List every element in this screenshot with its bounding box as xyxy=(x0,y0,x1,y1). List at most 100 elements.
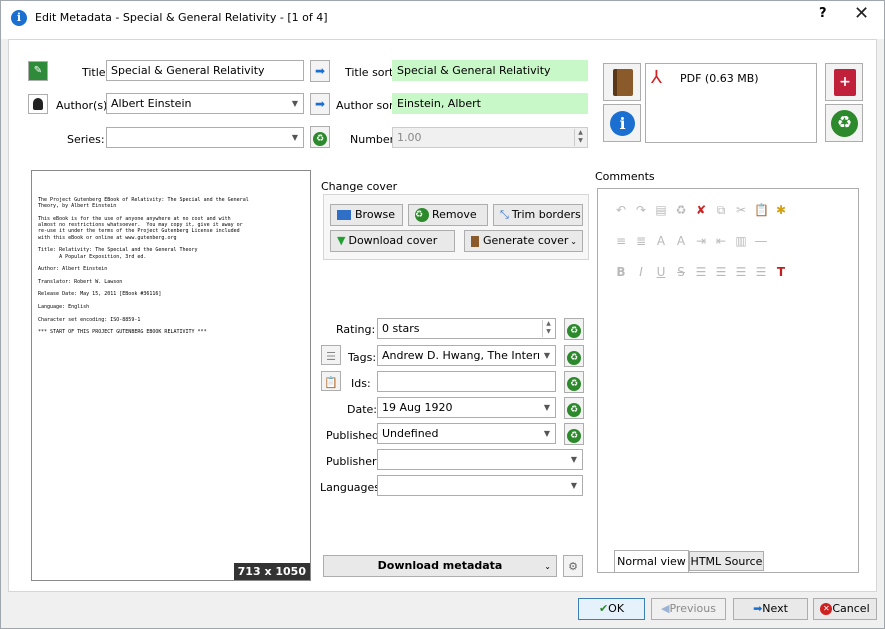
person-icon[interactable] xyxy=(28,94,48,114)
clear-series-button[interactable]: ♻ xyxy=(310,126,330,148)
rating-label: Rating: xyxy=(336,323,376,336)
chevron-down-icon[interactable]: ▼ xyxy=(566,450,582,469)
redo-icon[interactable]: ↷ xyxy=(634,203,648,217)
rating-spinbox[interactable]: 0 stars ▲ ▼ xyxy=(377,318,556,339)
tab-html-source[interactable]: HTML Source xyxy=(689,551,764,571)
info-button[interactable]: i xyxy=(603,104,641,142)
swap-title-arrow-icon[interactable]: ➡ xyxy=(310,60,330,82)
align-right-icon[interactable]: ☰ xyxy=(734,265,748,279)
gear-icon: ⚙ xyxy=(568,560,578,573)
publisher-combobox[interactable]: ▼ xyxy=(377,449,583,470)
indent-icon[interactable]: ⇥ xyxy=(694,234,708,248)
bold-icon[interactable]: B xyxy=(614,265,628,279)
languages-combobox[interactable]: ▼ xyxy=(377,475,583,496)
close-button[interactable]: ✕ xyxy=(854,3,869,24)
title-case-icon[interactable]: ✎ xyxy=(28,61,48,81)
outdent-icon[interactable]: ⇤ xyxy=(714,234,728,248)
download-metadata-button[interactable]: Download metadata ⌄ xyxy=(323,555,557,577)
chevron-down-icon[interactable]: ▼ xyxy=(287,94,303,113)
recycle-icon[interactable]: ♻ xyxy=(674,203,688,217)
chevron-down-icon[interactable]: ▼ xyxy=(539,424,555,443)
chevron-down-icon[interactable]: ⌄ xyxy=(570,232,577,252)
down-arrow-icon: ▼ xyxy=(337,234,346,247)
select-all-icon[interactable]: ▤ xyxy=(654,203,668,217)
text-color-icon[interactable]: T xyxy=(774,265,788,279)
help-button[interactable]: ? xyxy=(819,6,827,21)
swap-author-arrow-icon[interactable]: ➡ xyxy=(310,93,330,115)
series-combobox[interactable]: ▼ xyxy=(106,127,304,148)
date-label: Date: xyxy=(347,403,377,416)
format-label[interactable]: PDF (0.63 MB) xyxy=(680,72,759,85)
align-center-icon[interactable]: ☰ xyxy=(714,265,728,279)
cut-icon[interactable]: ✂ xyxy=(734,203,748,217)
italic-icon[interactable]: I xyxy=(634,265,648,279)
previous-button[interactable]: ◀Previous xyxy=(651,598,726,620)
tags-combobox[interactable]: Andrew D. Hwang, The Internet Arch ▼ xyxy=(377,345,556,366)
chevron-down-icon[interactable]: ▼ xyxy=(539,346,555,365)
comments-editor[interactable]: ↶ ↷ ▤ ♻ ✘ ⧉ ✂ 📋 ✱ ≡ ≣ A A ⇥ ⇤ ▥ ― B I U S ☰ ☰ ☰ ☰ T Normal view… xyxy=(597,188,859,573)
color-icon[interactable]: ✱ xyxy=(774,203,788,217)
justify-icon[interactable]: ☰ xyxy=(754,265,768,279)
published-value: Undefined xyxy=(382,427,439,440)
title-sort-input[interactable]: Special & General Relativity xyxy=(392,60,588,81)
download-cover-label: Download cover xyxy=(348,234,438,247)
generate-cover-label: Generate cover xyxy=(483,234,569,247)
undo-icon[interactable]: ↶ xyxy=(614,203,628,217)
paste-ids-button[interactable]: 📋 xyxy=(321,371,341,391)
authors-combobox[interactable]: Albert Einstein ▼ xyxy=(106,93,304,114)
cancel-button[interactable]: ✕ Cancel xyxy=(813,598,877,620)
ordered-list-icon[interactable]: ≡ xyxy=(614,234,628,248)
browse-button[interactable]: Browse xyxy=(330,204,403,226)
clear-tags-button[interactable]: ♻ xyxy=(564,345,584,367)
trim-borders-button[interactable]: ⤡ Trim borders xyxy=(493,204,583,226)
comments-toolbar-row-1: ↶ ↷ ▤ ♻ ✘ ⧉ ✂ 📋 ✱ xyxy=(614,203,794,217)
generate-cover-button[interactable]: Generate cover ⌄ xyxy=(464,230,583,252)
copy-icon[interactable]: ⧉ xyxy=(714,203,728,217)
subscript-icon[interactable]: A xyxy=(674,234,688,248)
spin-arrows-icon[interactable]: ▲ ▼ xyxy=(574,129,586,146)
book-icon[interactable] xyxy=(603,63,641,101)
ids-input[interactable] xyxy=(377,371,556,392)
comments-toolbar-row-2: ≡ ≣ A A ⇥ ⇤ ▥ ― xyxy=(614,234,774,248)
next-button[interactable]: ➡Next xyxy=(733,598,808,620)
chevron-down-icon[interactable]: ▼ xyxy=(287,128,303,147)
remove-format-button[interactable]: ♻ xyxy=(825,104,863,142)
date-combobox[interactable]: 19 Aug 1920 ▼ xyxy=(377,397,556,418)
formats-list[interactable]: ⅄ PDF (0.63 MB) xyxy=(645,63,817,143)
title-input[interactable]: Special & General Relativity xyxy=(106,60,304,81)
series-number-input[interactable]: 1.00 ▲ ▼ xyxy=(392,127,588,148)
align-left-icon[interactable]: ☰ xyxy=(694,265,708,279)
strikethrough-icon[interactable]: S xyxy=(674,265,688,279)
tag-editor-button[interactable]: ☰ xyxy=(321,345,341,365)
horizontal-rule-icon[interactable]: ― xyxy=(754,234,768,248)
remove-format-icon[interactable]: ✘ xyxy=(694,203,708,217)
cover-text-line: *** START OF THIS PROJECT GUTENBERG EBOO… xyxy=(38,329,207,336)
superscript-icon[interactable]: A xyxy=(654,234,668,248)
remove-cover-button[interactable]: ♻ Remove xyxy=(408,204,488,226)
table-icon[interactable]: ▥ xyxy=(734,234,748,248)
chevron-down-icon[interactable]: ▼ xyxy=(539,398,555,417)
author-sort-input[interactable]: Einstein, Albert xyxy=(392,93,588,114)
unordered-list-icon[interactable]: ≣ xyxy=(634,234,648,248)
underline-icon[interactable]: U xyxy=(654,265,668,279)
published-combobox[interactable]: Undefined ▼ xyxy=(377,423,556,444)
metadata-sources-button[interactable]: ⚙ xyxy=(563,555,583,577)
ok-label: OK xyxy=(608,602,625,615)
list-icon: ☰ xyxy=(326,350,336,363)
paste-icon[interactable]: 📋 xyxy=(754,203,769,217)
comments-toolbar-row-3: B I U S ☰ ☰ ☰ ☰ T xyxy=(614,265,794,279)
clear-rating-button[interactable]: ♻ xyxy=(564,318,584,340)
clear-ids-button[interactable]: ♻ xyxy=(564,371,584,393)
ok-button[interactable]: ✔OK xyxy=(578,598,645,620)
download-cover-button[interactable]: ▼ Download cover xyxy=(330,230,455,252)
chevron-down-icon[interactable]: ⌄ xyxy=(544,557,551,577)
cover-preview[interactable]: The Project Gutenberg EBook of Relativit… xyxy=(31,170,311,581)
tab-normal-view[interactable]: Normal view xyxy=(614,550,689,572)
clear-date-button[interactable]: ♻ xyxy=(564,397,584,419)
cancel-icon: ✕ xyxy=(820,603,833,615)
clear-published-button[interactable]: ♻ xyxy=(564,423,584,445)
recycle-icon: ♻ xyxy=(567,377,581,391)
add-format-button[interactable]: + xyxy=(825,63,863,101)
spin-arrows-icon[interactable]: ▲ ▼ xyxy=(542,320,554,337)
chevron-down-icon[interactable]: ▼ xyxy=(566,476,582,495)
